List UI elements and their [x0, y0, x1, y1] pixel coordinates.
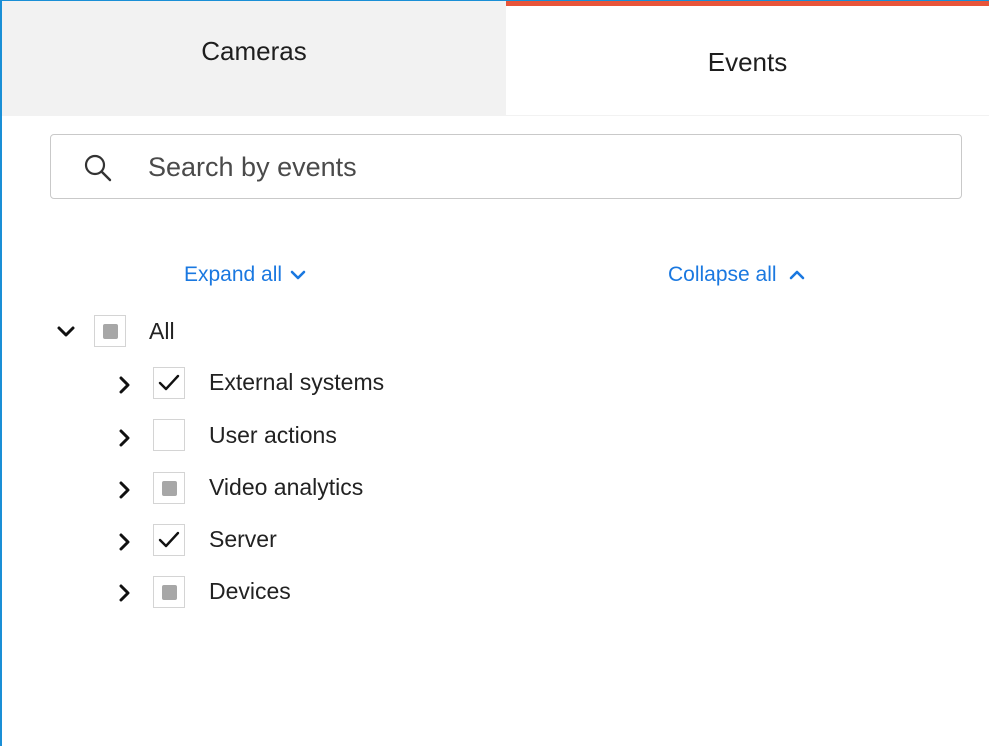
chevron-down-icon[interactable]	[55, 321, 77, 343]
checkbox-external-systems[interactable]	[153, 367, 185, 399]
partial-check-indicator	[102, 323, 118, 339]
chevron-down-icon	[290, 270, 306, 280]
checkmark-icon	[158, 531, 180, 548]
tab-cameras[interactable]: Cameras	[2, 1, 506, 115]
tab-events-label: Events	[707, 47, 788, 77]
checkmark-icon	[158, 374, 180, 391]
tree-label-devices: Devices	[209, 578, 291, 604]
chevron-right-icon[interactable]	[114, 479, 136, 501]
tree-label-user-actions: User actions	[209, 422, 337, 448]
tab-events[interactable]: Events	[506, 1, 989, 115]
chevron-right-icon[interactable]	[114, 582, 136, 604]
tree-label-server: Server	[209, 526, 277, 552]
chevron-right-icon[interactable]	[114, 374, 136, 396]
search-icon	[84, 154, 112, 182]
checkbox-server[interactable]	[153, 524, 185, 556]
search-box[interactable]	[50, 134, 962, 199]
expand-all-label: Expand all	[184, 263, 283, 286]
tab-bar: Cameras Events	[2, 1, 989, 115]
tree-label-external-systems: External systems	[209, 369, 385, 395]
search-input[interactable]	[148, 147, 928, 187]
chevron-up-icon	[789, 270, 804, 280]
events-panel: Cameras Events Expand all Collapse all	[0, 0, 989, 746]
chevron-right-icon[interactable]	[114, 427, 136, 449]
tree-label-all: All	[149, 318, 175, 344]
tab-divider	[2, 115, 989, 116]
collapse-all-button[interactable]: Collapse all	[668, 263, 805, 287]
checkbox-all[interactable]	[94, 315, 126, 347]
tab-cameras-label: Cameras	[201, 35, 307, 66]
tree-label-video-analytics: Video analytics	[209, 474, 364, 500]
chevron-right-icon[interactable]	[114, 531, 136, 553]
partial-check-indicator	[161, 584, 177, 600]
expand-all-button[interactable]: Expand all	[184, 263, 306, 287]
collapse-all-label: Collapse all	[668, 263, 777, 286]
checkbox-video-analytics[interactable]	[153, 472, 185, 504]
checkbox-user-actions[interactable]	[153, 419, 185, 451]
checkbox-devices[interactable]	[153, 576, 185, 608]
partial-check-indicator	[161, 480, 177, 496]
